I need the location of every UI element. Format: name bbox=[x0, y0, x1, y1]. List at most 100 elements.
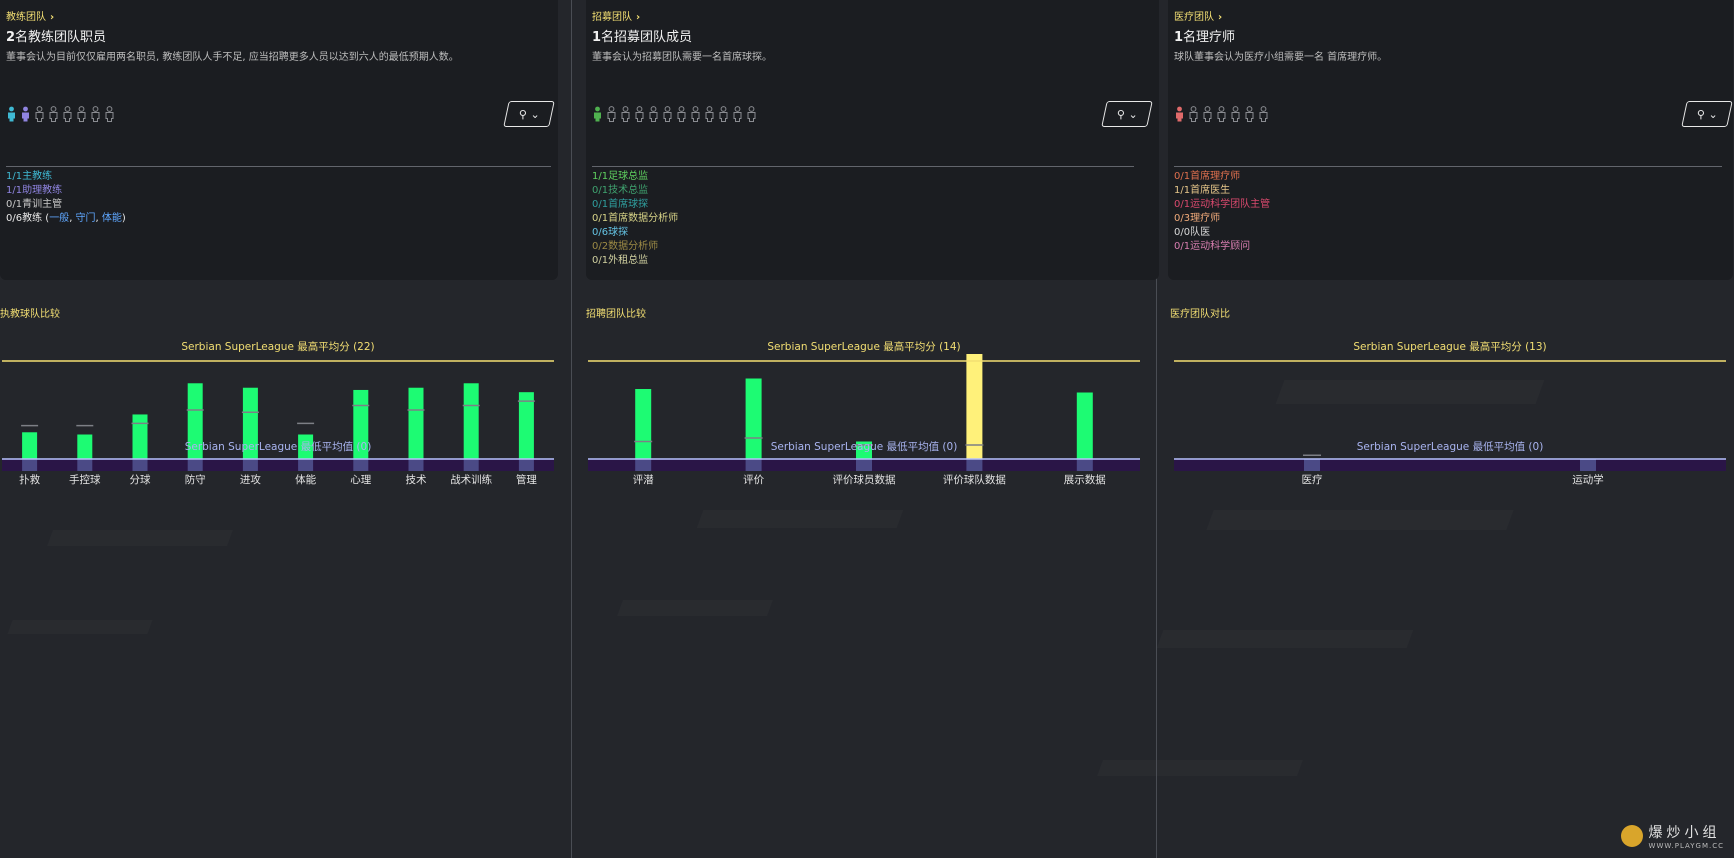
role-sports-scientists[interactable]: 0/1运动科学顾问 bbox=[1174, 240, 1270, 254]
category-label: 医疗 bbox=[1301, 474, 1323, 486]
staff-empty-person-icon bbox=[704, 106, 715, 126]
category-label: 进攻 bbox=[239, 474, 261, 486]
recruitment-staff-card: 招募团队 › 1名招募团队成员 董事会认为招募团队需要一名首席球探。 ⚲ ⌄ 1/… bbox=[586, 0, 1159, 280]
bar-评价球队数据[interactable] bbox=[966, 354, 983, 459]
category-label: 技术 bbox=[405, 474, 427, 486]
staff-empty-person-icon bbox=[1202, 106, 1213, 126]
bar-扑救[interactable] bbox=[22, 432, 38, 459]
bar-shadow bbox=[353, 459, 369, 471]
staff-empty-person-icon bbox=[1244, 106, 1255, 126]
bar-shadow bbox=[77, 459, 93, 471]
role-assistant-coach[interactable]: 1/1助理教练 bbox=[6, 184, 126, 198]
role-head-sports-science[interactable]: 0/1运动科学团队主管 bbox=[1174, 198, 1270, 212]
medical-header-link[interactable]: 医疗团队 › bbox=[1174, 8, 1222, 23]
category-label: 评价 bbox=[743, 474, 765, 486]
bar-shadow bbox=[1304, 459, 1320, 471]
role-head-coach[interactable]: 1/1主教练 bbox=[6, 170, 126, 184]
bar-评价[interactable] bbox=[745, 378, 762, 460]
coaching-staff-slots bbox=[6, 106, 115, 126]
recruitment-staff-slots bbox=[592, 106, 757, 126]
role-scouts[interactable]: 0/6球探 bbox=[592, 226, 678, 240]
staff-filter-button[interactable]: ⚲ ⌄ bbox=[1681, 101, 1733, 127]
category-label: 战术训练 bbox=[450, 474, 493, 486]
coach-type-general-link[interactable]: 一般 bbox=[49, 213, 69, 224]
bar-技术[interactable] bbox=[408, 387, 424, 459]
divider bbox=[6, 166, 551, 167]
bar-分球[interactable] bbox=[132, 414, 148, 459]
bar-手控球[interactable] bbox=[77, 434, 93, 460]
staff-filter-button[interactable]: ⚲ ⌄ bbox=[503, 101, 555, 127]
min-band bbox=[1174, 459, 1726, 471]
staff-filled-person-icon bbox=[20, 106, 31, 126]
role-director-of-football[interactable]: 1/1足球总监 bbox=[592, 170, 678, 184]
category-label: 管理 bbox=[515, 474, 537, 486]
medical-panel: 医疗团队 › 1名理疗师 球队董事会认为医疗小组需要一名 首席理疗师。 ⚲ ⌄ 0… bbox=[1156, 0, 1734, 858]
staff-empty-person-icon bbox=[634, 106, 645, 126]
staff-filled-person-icon bbox=[6, 106, 17, 126]
staff-empty-person-icon bbox=[90, 106, 101, 126]
staff-empty-person-icon bbox=[104, 106, 115, 126]
role-loan-manager[interactable]: 0/1外租总监 bbox=[592, 254, 678, 268]
coach-type-goalkeeping-link[interactable]: 守门 bbox=[76, 213, 96, 224]
coach-type-fitness-link[interactable]: 体能 bbox=[102, 213, 122, 224]
bar-评潜[interactable] bbox=[635, 389, 652, 459]
coaching-comparison-chart: 扑救 手控球 分球 防守 进攻 体能 心理 技术 战术训练 管理 Serbian SuperLeag… bbox=[0, 330, 560, 500]
recruitment-comparison-chart: 评潜 评价 评价球员数据 评价球队数据 展示数据 Serbian SuperLeague … bbox=[586, 330, 1146, 500]
coaching-role-list: 1/1主教练 1/1助理教练 0/1青训主管 0/6教练 (一般, 守门, 体能… bbox=[6, 170, 126, 226]
bar-shadow bbox=[298, 459, 314, 471]
bar-shadow bbox=[187, 459, 203, 471]
league-min-label: Serbian SuperLeague 最低平均值 (0) bbox=[770, 441, 958, 453]
medical-comparison-chart: 医疗 运动学 Serbian SuperLeague 最高平均分 (13) Serbi… bbox=[1172, 330, 1732, 500]
bar-shadow bbox=[1580, 459, 1596, 471]
role-chief-data-analyst[interactable]: 0/1首席数据分析师 bbox=[592, 212, 678, 226]
medical-board-note: 球队董事会认为医疗小组需要一名 首席理疗师。 bbox=[1174, 52, 1388, 63]
watermark-logo-icon bbox=[1620, 825, 1643, 847]
coaching-header-link[interactable]: 教练团队 › bbox=[6, 8, 54, 23]
bar-shadow bbox=[966, 459, 983, 471]
staff-empty-person-icon bbox=[690, 106, 701, 126]
recruitment-header-link[interactable]: 招募团队 › bbox=[592, 8, 640, 23]
chevron-right-icon: › bbox=[50, 12, 55, 23]
medical-comparison-title: 医疗团队对比 bbox=[1170, 309, 1230, 320]
league-max-label: Serbian SuperLeague 最高平均分 (14) bbox=[767, 341, 961, 353]
staff-filter-button[interactable]: ⚲ ⌄ bbox=[1101, 101, 1153, 127]
bar-展示数据[interactable] bbox=[1076, 392, 1093, 460]
bar-shadow bbox=[463, 459, 479, 471]
bar-战术训练[interactable] bbox=[463, 383, 479, 459]
staff-empty-person-icon bbox=[718, 106, 729, 126]
league-max-label: Serbian SuperLeague 最高平均分 (13) bbox=[1353, 341, 1547, 353]
staff-empty-person-icon bbox=[620, 106, 631, 126]
watermark-url: WWW.PLAYGM.CC bbox=[1648, 842, 1724, 850]
role-data-analysts[interactable]: 0/2数据分析师 bbox=[592, 240, 678, 254]
bar-shadow bbox=[22, 459, 38, 471]
role-chief-scout[interactable]: 0/1首席球探 bbox=[592, 198, 678, 212]
role-head-doctor[interactable]: 1/1首席医生 bbox=[1174, 184, 1270, 198]
role-head-physio[interactable]: 0/1首席理疗师 bbox=[1174, 170, 1270, 184]
bar-shadow bbox=[1076, 459, 1093, 471]
category-label: 评潜 bbox=[632, 474, 654, 486]
coaching-board-note: 董事会认为目前仅仅雇用两名职员, 教练团队人手不足, 应当招聘更多人员以达到六人… bbox=[6, 52, 459, 63]
recruitment-panel: 招募团队 › 1名招募团队成员 董事会认为招募团队需要一名首席球探。 ⚲ ⌄ 1/… bbox=[571, 0, 1159, 858]
site-watermark: 爆炒小组 WWW.PLAYGM.CC bbox=[1620, 822, 1724, 850]
role-doctors[interactable]: 0/0队医 bbox=[1174, 226, 1270, 240]
bar-管理[interactable] bbox=[518, 392, 534, 459]
category-label: 运动学 bbox=[1572, 474, 1604, 486]
category-label: 评价球队数据 bbox=[942, 474, 1006, 486]
role-physios[interactable]: 0/3理疗师 bbox=[1174, 212, 1270, 226]
role-technical-director[interactable]: 0/1技术总监 bbox=[592, 184, 678, 198]
league-max-label: Serbian SuperLeague 最高平均分 (22) bbox=[181, 341, 375, 353]
staff-filled-person-icon bbox=[592, 106, 603, 126]
category-label: 扑救 bbox=[19, 474, 41, 486]
category-label: 评价球员数据 bbox=[832, 474, 896, 486]
staff-empty-person-icon bbox=[648, 106, 659, 126]
staff-empty-person-icon bbox=[1216, 106, 1227, 126]
role-youth-head[interactable]: 0/1青训主管 bbox=[6, 198, 126, 212]
category-label: 防守 bbox=[184, 474, 206, 486]
staff-empty-person-icon bbox=[676, 106, 687, 126]
bar-shadow bbox=[856, 459, 872, 471]
bar-shadow bbox=[745, 459, 762, 471]
bar-shadow bbox=[408, 459, 424, 471]
staff-empty-person-icon bbox=[62, 106, 73, 126]
recruitment-board-note: 董事会认为招募团队需要一名首席球探。 bbox=[592, 52, 772, 63]
role-coaches[interactable]: 0/6教练 (一般, 守门, 体能) bbox=[6, 212, 126, 226]
